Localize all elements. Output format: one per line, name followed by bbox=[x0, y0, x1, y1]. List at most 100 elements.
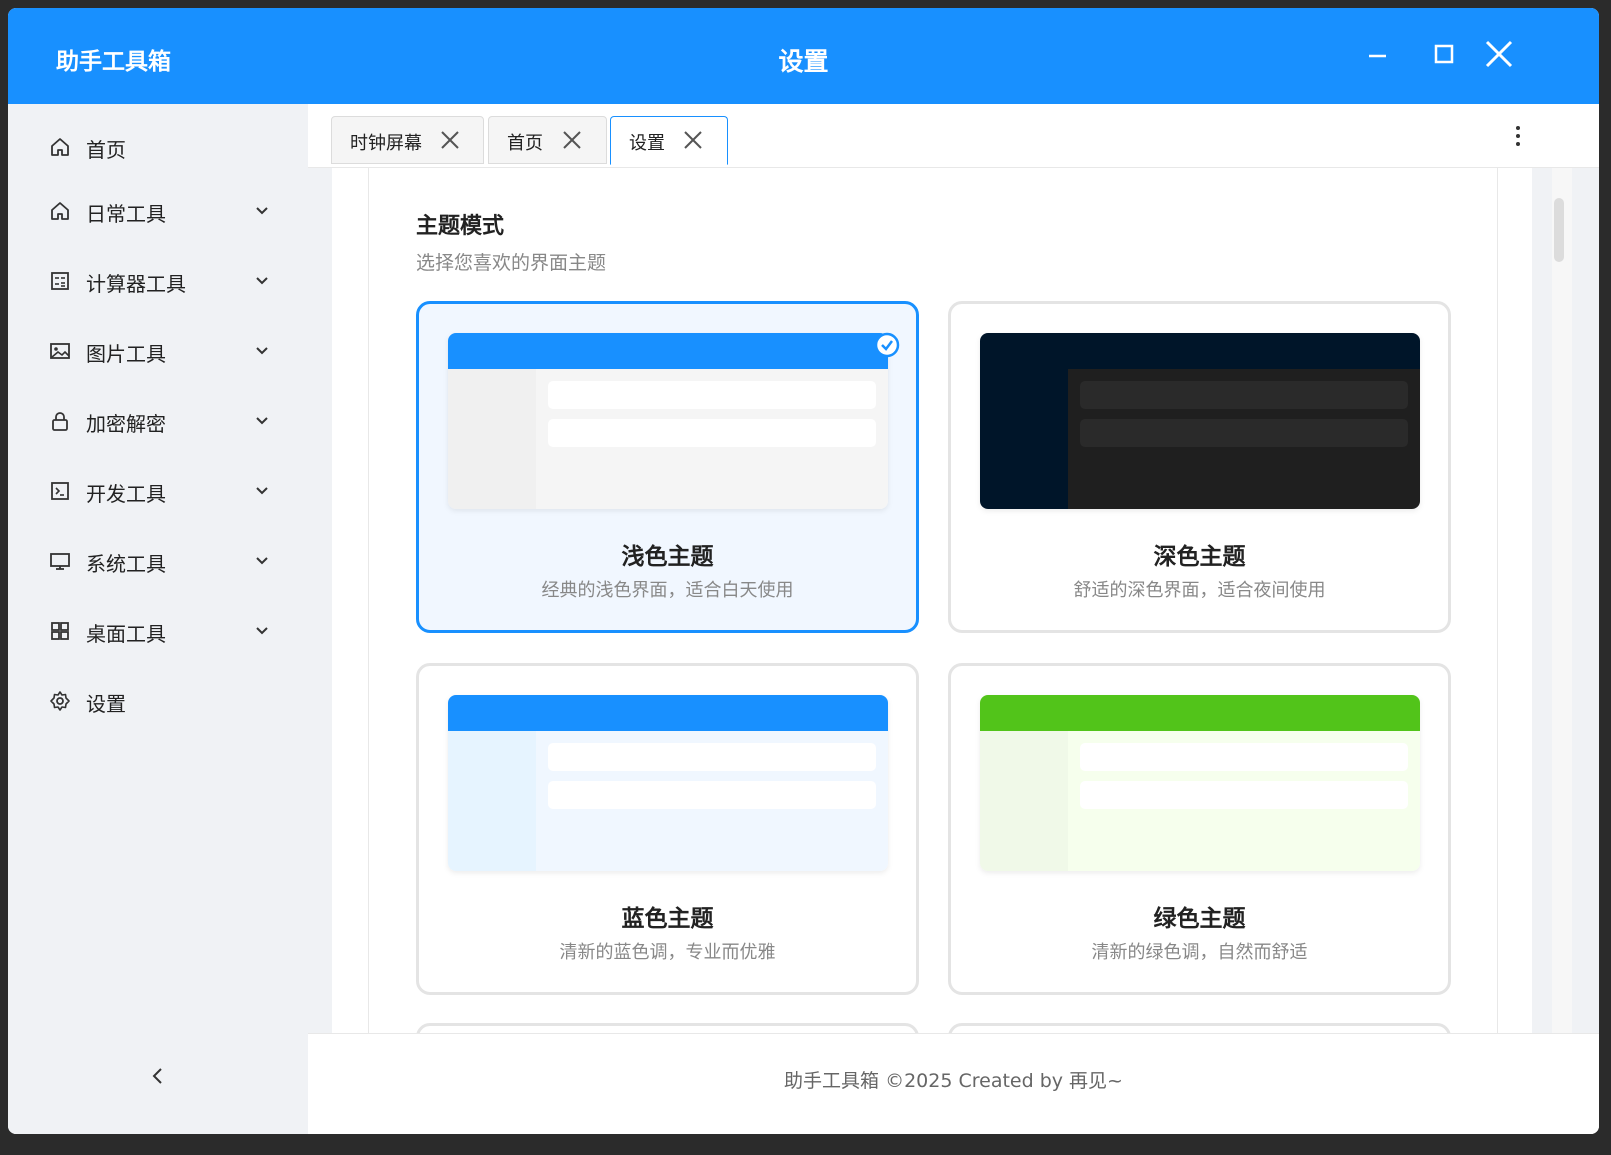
theme-description: 舒适的深色界面，适合夜间使用 bbox=[1073, 580, 1326, 601]
preview-bar bbox=[548, 381, 876, 409]
footer: 助手工具箱 ©2025 Created by 再见~ bbox=[308, 1033, 1599, 1134]
settings-panel: 主题模式 选择您喜欢的界面主题 浅色主题 经典的浅色界面，适合白天使用 深色主题… bbox=[332, 168, 1532, 1033]
theme-name: 绿色主题 bbox=[1153, 906, 1246, 932]
close-icon[interactable] bbox=[439, 129, 461, 151]
sidebar-item-label: 桌面工具 bbox=[86, 622, 166, 646]
preview-main bbox=[536, 369, 888, 509]
preview-main bbox=[536, 731, 888, 871]
preview-bar bbox=[1080, 743, 1408, 771]
sidebar-item-system-tools[interactable]: 系统工具 bbox=[8, 536, 308, 586]
theme-card[interactable] bbox=[416, 1023, 919, 1033]
theme-description: 清新的绿色调，自然而舒适 bbox=[1091, 942, 1308, 963]
sidebar-item-label: 首页 bbox=[86, 138, 126, 162]
theme-section: 主题模式 选择您喜欢的界面主题 浅色主题 经典的浅色界面，适合白天使用 深色主题… bbox=[368, 168, 1498, 1033]
sidebar-item-home[interactable]: 首页 bbox=[8, 122, 308, 172]
minimize-button[interactable] bbox=[1358, 34, 1398, 74]
theme-card-blue[interactable]: 蓝色主题 清新的蓝色调，专业而优雅 bbox=[416, 663, 919, 995]
check-circle-icon bbox=[874, 332, 900, 358]
theme-preview bbox=[448, 695, 888, 871]
preview-sidebar bbox=[980, 731, 1068, 871]
preview-sidebar bbox=[448, 369, 536, 509]
chevron-down-icon bbox=[253, 272, 271, 290]
sidebar-item-image-tools[interactable]: 图片工具 bbox=[8, 326, 308, 376]
chevron-down-icon bbox=[253, 202, 271, 220]
sidebar-item-label: 开发工具 bbox=[86, 482, 166, 506]
sidebar-item-label: 设置 bbox=[86, 692, 126, 716]
preview-main bbox=[1068, 731, 1420, 871]
scrollbar-thumb[interactable] bbox=[1554, 198, 1564, 262]
close-icon bbox=[1485, 40, 1513, 68]
sidebar-item-encryption[interactable]: 加密解密 bbox=[8, 396, 308, 446]
footer-text: 助手工具箱 ©2025 Created by 再见~ bbox=[784, 1070, 1123, 1092]
theme-card-green[interactable]: 绿色主题 清新的绿色调，自然而舒适 bbox=[948, 663, 1451, 995]
preview-header bbox=[980, 695, 1420, 731]
section-subtitle: 选择您喜欢的界面主题 bbox=[416, 252, 607, 274]
close-icon[interactable] bbox=[561, 129, 583, 151]
theme-preview bbox=[980, 695, 1420, 871]
scrollbar-track[interactable] bbox=[1552, 168, 1572, 1033]
monitor-icon bbox=[49, 550, 71, 572]
sidebar-item-label: 日常工具 bbox=[86, 202, 166, 226]
theme-card[interactable] bbox=[948, 1023, 1451, 1033]
maximize-button[interactable] bbox=[1424, 34, 1464, 74]
preview-bar bbox=[1080, 419, 1408, 447]
content-area: 主题模式 选择您喜欢的界面主题 浅色主题 经典的浅色界面，适合白天使用 深色主题… bbox=[308, 168, 1599, 1033]
tab-label: 时钟屏幕 bbox=[350, 133, 422, 154]
preview-sidebar bbox=[448, 731, 536, 871]
tab-label: 设置 bbox=[629, 133, 665, 154]
sidebar: 首页 日常工具 计算器工具 图片工具 加密解密 开发工具 系统工具 桌面工具 设… bbox=[8, 104, 308, 1134]
chevron-left-icon bbox=[152, 1068, 162, 1084]
theme-card-light[interactable]: 浅色主题 经典的浅色界面，适合白天使用 bbox=[416, 301, 919, 633]
section-title: 主题模式 bbox=[416, 214, 505, 239]
calculator-icon bbox=[49, 270, 71, 292]
tab-settings[interactable]: 设置 bbox=[610, 116, 728, 165]
preview-bar bbox=[1080, 781, 1408, 809]
chevron-down-icon bbox=[253, 342, 271, 360]
sidebar-item-label: 计算器工具 bbox=[86, 272, 186, 296]
preview-bar bbox=[1080, 381, 1408, 409]
preview-header bbox=[448, 695, 888, 731]
sidebar-item-label: 系统工具 bbox=[86, 552, 166, 576]
chevron-down-icon bbox=[253, 412, 271, 430]
theme-preview bbox=[448, 333, 888, 509]
theme-card-dark[interactable]: 深色主题 舒适的深色界面，适合夜间使用 bbox=[948, 301, 1451, 633]
theme-name: 浅色主题 bbox=[621, 544, 714, 570]
theme-name: 蓝色主题 bbox=[621, 906, 714, 932]
preview-main bbox=[1068, 369, 1420, 509]
more-vertical-icon bbox=[1516, 126, 1520, 146]
home-icon bbox=[49, 200, 71, 222]
terminal-icon bbox=[49, 480, 71, 502]
home-icon bbox=[49, 136, 71, 158]
sidebar-item-dev-tools[interactable]: 开发工具 bbox=[8, 466, 308, 516]
preview-header bbox=[448, 333, 888, 369]
sidebar-item-label: 加密解密 bbox=[86, 412, 166, 436]
minimize-icon bbox=[1369, 54, 1386, 58]
preview-bar bbox=[548, 419, 876, 447]
theme-description: 清新的蓝色调，专业而优雅 bbox=[559, 942, 776, 963]
maximize-icon bbox=[1434, 44, 1454, 64]
collapse-sidebar-button[interactable] bbox=[146, 1064, 170, 1088]
app-window: 助手工具箱 设置 首页 日常工具 计算器工具 图片工具 加密解密 开发工具 系统… bbox=[8, 8, 1599, 1134]
tab-home[interactable]: 首页 bbox=[488, 116, 607, 164]
tab-clock-screen[interactable]: 时钟屏幕 bbox=[331, 116, 484, 164]
theme-name: 深色主题 bbox=[1153, 544, 1246, 570]
title-bar[interactable]: 助手工具箱 设置 bbox=[8, 8, 1599, 104]
lock-icon bbox=[49, 410, 71, 432]
close-button[interactable] bbox=[1479, 34, 1519, 74]
theme-preview bbox=[980, 333, 1420, 509]
sidebar-item-calculator-tools[interactable]: 计算器工具 bbox=[8, 256, 308, 306]
sidebar-item-settings[interactable]: 设置 bbox=[8, 676, 308, 726]
tab-label: 首页 bbox=[507, 133, 543, 154]
grid-icon bbox=[49, 620, 71, 642]
chevron-down-icon bbox=[253, 622, 271, 640]
sidebar-item-desktop-tools[interactable]: 桌面工具 bbox=[8, 606, 308, 656]
chevron-down-icon bbox=[253, 552, 271, 570]
more-options-button[interactable] bbox=[1506, 122, 1530, 150]
theme-description: 经典的浅色界面，适合白天使用 bbox=[541, 580, 794, 601]
tab-bar: 时钟屏幕 首页 设置 bbox=[308, 104, 1599, 168]
sidebar-item-label: 图片工具 bbox=[86, 342, 166, 366]
chevron-down-icon bbox=[253, 482, 271, 500]
sidebar-item-daily-tools[interactable]: 日常工具 bbox=[8, 186, 308, 236]
close-icon[interactable] bbox=[682, 129, 704, 151]
preview-bar bbox=[548, 743, 876, 771]
